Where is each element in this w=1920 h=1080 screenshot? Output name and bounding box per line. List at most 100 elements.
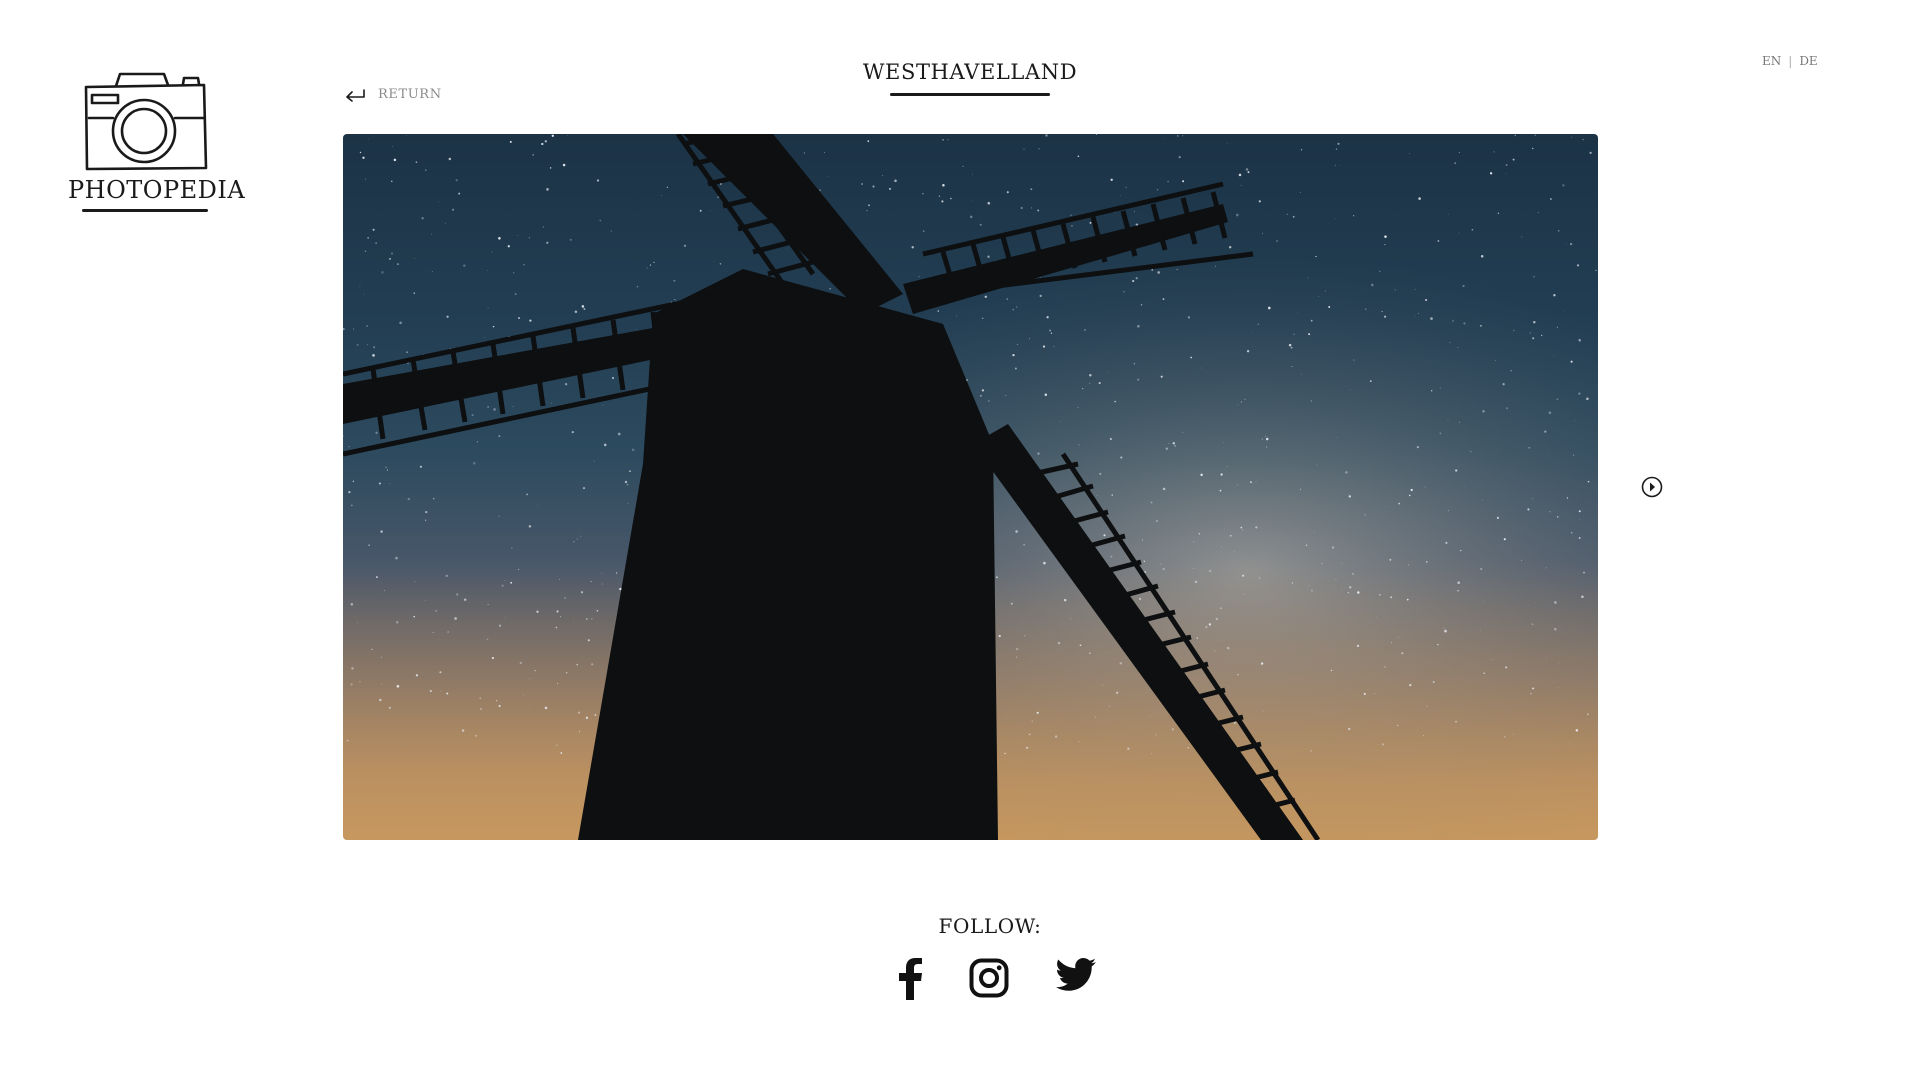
star: [1347, 727, 1351, 731]
star: [1529, 332, 1531, 334]
star: [937, 310, 940, 312]
star: [947, 139, 949, 141]
site-logo[interactable]: PHOTOPEDIA: [68, 70, 245, 215]
star: [392, 146, 393, 147]
star: [1103, 534, 1106, 537]
star: [719, 263, 722, 265]
star: [1537, 212, 1539, 214]
star: [1031, 207, 1033, 209]
star: [626, 483, 629, 486]
star: [1589, 151, 1592, 155]
star: [1531, 623, 1534, 626]
star: [1220, 473, 1223, 476]
star: [364, 250, 367, 253]
star: [1483, 672, 1486, 675]
language-en[interactable]: EN: [1762, 54, 1781, 68]
star: [1215, 617, 1219, 621]
star: [1042, 345, 1046, 348]
star: [406, 135, 407, 137]
star: [1544, 430, 1547, 433]
star: [1226, 646, 1230, 650]
star: [1156, 188, 1159, 191]
star: [1096, 494, 1098, 496]
star: [1449, 342, 1451, 343]
star: [491, 656, 495, 660]
star: [894, 179, 897, 183]
star: [1193, 541, 1195, 543]
star: [1005, 718, 1007, 720]
star: [1540, 334, 1543, 337]
star: [1480, 255, 1484, 258]
star: [1110, 555, 1113, 558]
logo-underline: [82, 209, 208, 212]
star: [1391, 642, 1392, 644]
star: [564, 597, 566, 599]
star: [922, 230, 925, 232]
language-de[interactable]: DE: [1799, 54, 1817, 68]
star: [1313, 531, 1315, 533]
star: [1385, 506, 1386, 507]
return-link[interactable]: RETURN: [344, 87, 442, 102]
twitter-link[interactable]: [1056, 958, 1096, 1000]
facebook-link[interactable]: [896, 958, 924, 1000]
star: [1150, 501, 1153, 504]
star: [375, 576, 378, 579]
star: [1310, 400, 1312, 402]
star: [1162, 298, 1165, 301]
star: [509, 140, 512, 143]
star: [962, 165, 964, 167]
star: [612, 377, 614, 379]
star: [1414, 289, 1416, 290]
star: [1381, 743, 1385, 746]
star: [1089, 221, 1092, 224]
star: [1233, 721, 1237, 724]
star: [1054, 735, 1058, 738]
star: [514, 293, 517, 296]
star: [1310, 750, 1312, 752]
star: [1174, 444, 1177, 447]
star: [1582, 571, 1586, 574]
instagram-link[interactable]: [969, 958, 1009, 1000]
star: [1565, 243, 1567, 245]
star: [972, 173, 973, 175]
star: [1448, 213, 1449, 215]
star: [1265, 437, 1269, 441]
star: [1240, 401, 1242, 403]
star: [998, 634, 1001, 638]
star: [581, 305, 585, 308]
star: [1029, 338, 1030, 340]
star: [1569, 242, 1573, 246]
star: [1139, 597, 1142, 600]
star: [487, 307, 489, 309]
star: [529, 319, 532, 322]
star: [424, 599, 426, 601]
star: [1208, 623, 1212, 626]
star: [1133, 363, 1135, 365]
star: [1489, 172, 1493, 175]
star: [378, 482, 381, 485]
star: [484, 337, 485, 338]
star: [1016, 306, 1018, 308]
next-photo-button[interactable]: [1641, 476, 1663, 498]
star: [1244, 398, 1246, 400]
star: [463, 264, 466, 267]
star: [1291, 582, 1294, 584]
star: [984, 295, 988, 299]
star: [1299, 488, 1301, 490]
star: [1168, 442, 1170, 444]
star: [1548, 411, 1552, 415]
star: [431, 271, 433, 272]
star: [1200, 473, 1203, 477]
star: [1437, 240, 1440, 242]
star: [1031, 720, 1033, 722]
star: [1448, 510, 1449, 512]
star: [413, 292, 416, 294]
star: [1479, 324, 1482, 327]
star: [942, 184, 945, 187]
star: [1238, 173, 1242, 177]
star: [866, 210, 868, 212]
star: [532, 154, 534, 156]
star: [1257, 323, 1259, 325]
star: [1120, 456, 1123, 459]
star: [1504, 736, 1506, 738]
